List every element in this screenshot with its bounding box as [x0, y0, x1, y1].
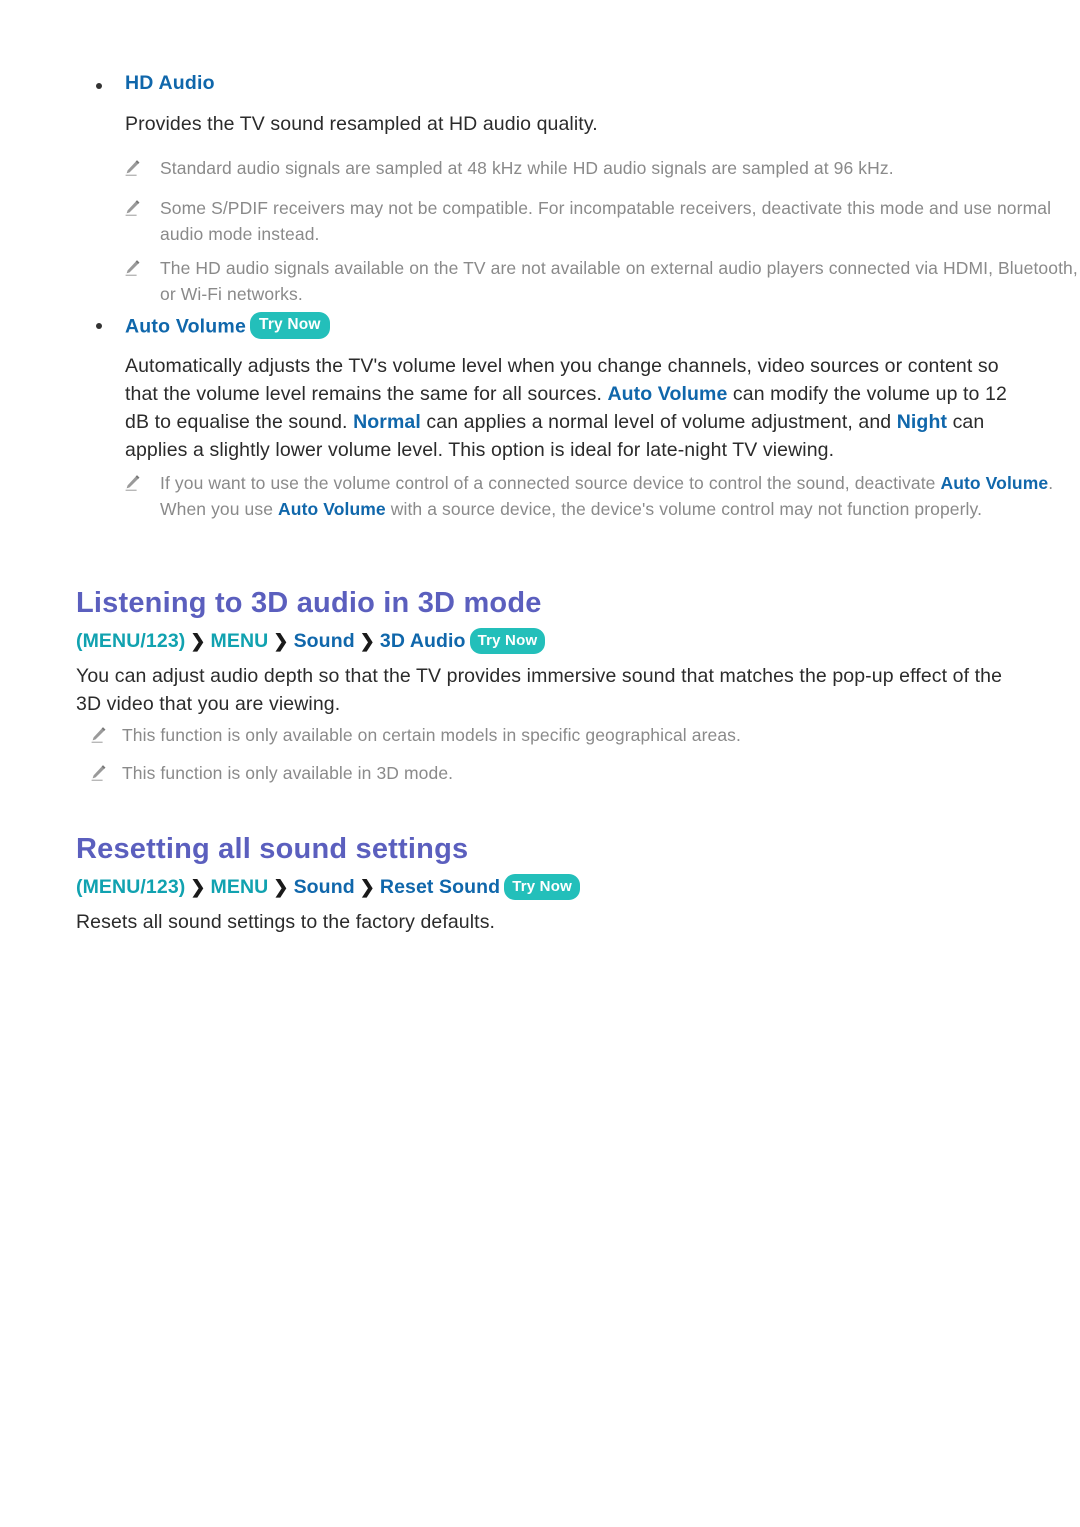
- chevron-right-icon: ❯: [359, 877, 375, 897]
- note-part: If you want to use the volume control of…: [160, 473, 941, 493]
- term-auto-volume: Auto Volume: [278, 499, 386, 519]
- note-row: If you want to use the volume control of…: [70, 470, 1080, 522]
- chevron-right-icon: ❯: [190, 631, 206, 651]
- pencil-note-icon: [88, 763, 108, 783]
- try-now-badge[interactable]: Try Now: [504, 874, 580, 900]
- pencil-note-icon: [122, 198, 142, 218]
- note-text: This function is only available in 3D mo…: [122, 763, 454, 783]
- paragraph-part: can applies a normal level of volume adj…: [420, 411, 897, 433]
- pencil-note-icon: [88, 725, 108, 745]
- note-text: Some S/PDIF receivers may not be compati…: [160, 198, 1052, 244]
- try-now-badge[interactable]: Try Now: [250, 312, 330, 339]
- breadcrumb-item-3d-audio[interactable]: 3D Audio: [380, 630, 466, 652]
- hd-audio-description: Provides the TV sound resampled at HD au…: [125, 113, 598, 135]
- bullet-dot-icon: [96, 83, 102, 89]
- chevron-right-icon: ❯: [359, 631, 375, 651]
- 3d-audio-body: You can adjust audio depth so that the T…: [76, 665, 1003, 715]
- breadcrumb-item-menu[interactable]: MENU: [211, 630, 269, 652]
- note-text: The HD audio signals available on the TV…: [160, 258, 1078, 304]
- term-normal: Normal: [353, 411, 421, 433]
- pencil-note-icon: [122, 258, 142, 278]
- note-row: The HD audio signals available on the TV…: [70, 255, 1080, 307]
- chevron-right-icon: ❯: [273, 631, 289, 651]
- bullet-label-auto-volume: Auto Volume: [125, 315, 246, 338]
- breadcrumb-item-sound[interactable]: Sound: [294, 630, 355, 652]
- pencil-note-icon: [122, 158, 142, 178]
- note-text: This function is only available on certa…: [122, 725, 741, 745]
- breadcrumb-item-sound[interactable]: Sound: [294, 876, 355, 898]
- chevron-right-icon: ❯: [273, 877, 289, 897]
- bullet-item-hd-audio: HD Audio: [70, 72, 1075, 95]
- note-row: Standard audio signals are sampled at 48…: [70, 155, 1080, 181]
- note-row: Some S/PDIF receivers may not be compati…: [70, 195, 1080, 247]
- term-auto-volume: Auto Volume: [940, 473, 1049, 493]
- try-now-badge[interactable]: Try Now: [469, 628, 546, 654]
- pencil-note-icon: [122, 473, 142, 493]
- note-text: Standard audio signals are sampled at 48…: [160, 158, 894, 178]
- breadcrumb-root[interactable]: (MENU/123): [76, 876, 185, 898]
- breadcrumb-reset-sound: (MENU/123) ❯ MENU ❯ Sound ❯ Reset Sound Try Now: [76, 874, 996, 900]
- bullet-label-hd-audio: HD Audio: [125, 72, 215, 94]
- breadcrumb-3d-audio: (MENU/123) ❯ MENU ❯ Sound ❯ 3D Audio Try Now: [76, 628, 996, 654]
- bullet-dot-icon: [96, 323, 102, 329]
- term-auto-volume: Auto Volume: [607, 383, 728, 405]
- chevron-right-icon: ❯: [190, 877, 206, 897]
- note-text: If you want to use the volume control of…: [160, 473, 1053, 519]
- note-part: with a source device, the device's volum…: [385, 499, 983, 519]
- breadcrumb-item-reset-sound[interactable]: Reset Sound: [380, 876, 500, 898]
- note-row: This function is only available in 3D mo…: [70, 760, 1052, 786]
- term-night: Night: [896, 411, 948, 433]
- page-title-reset-sound: Resetting all sound settings: [76, 833, 469, 865]
- breadcrumb-root[interactable]: (MENU/123): [76, 630, 185, 652]
- page-title-3d-audio: Listening to 3D audio in 3D mode: [76, 587, 542, 619]
- reset-sound-body: Resets all sound settings to the factory…: [76, 911, 496, 933]
- document-page: HD Audio Provides the TV sound resampled…: [0, 0, 1080, 1527]
- note-row: This function is only available on certa…: [70, 722, 1052, 748]
- bullet-item-auto-volume: Auto Volume Try Now: [70, 312, 1075, 339]
- breadcrumb-item-menu[interactable]: MENU: [211, 876, 269, 898]
- auto-volume-description: Automatically adjusts the TV's volume le…: [125, 352, 1015, 464]
